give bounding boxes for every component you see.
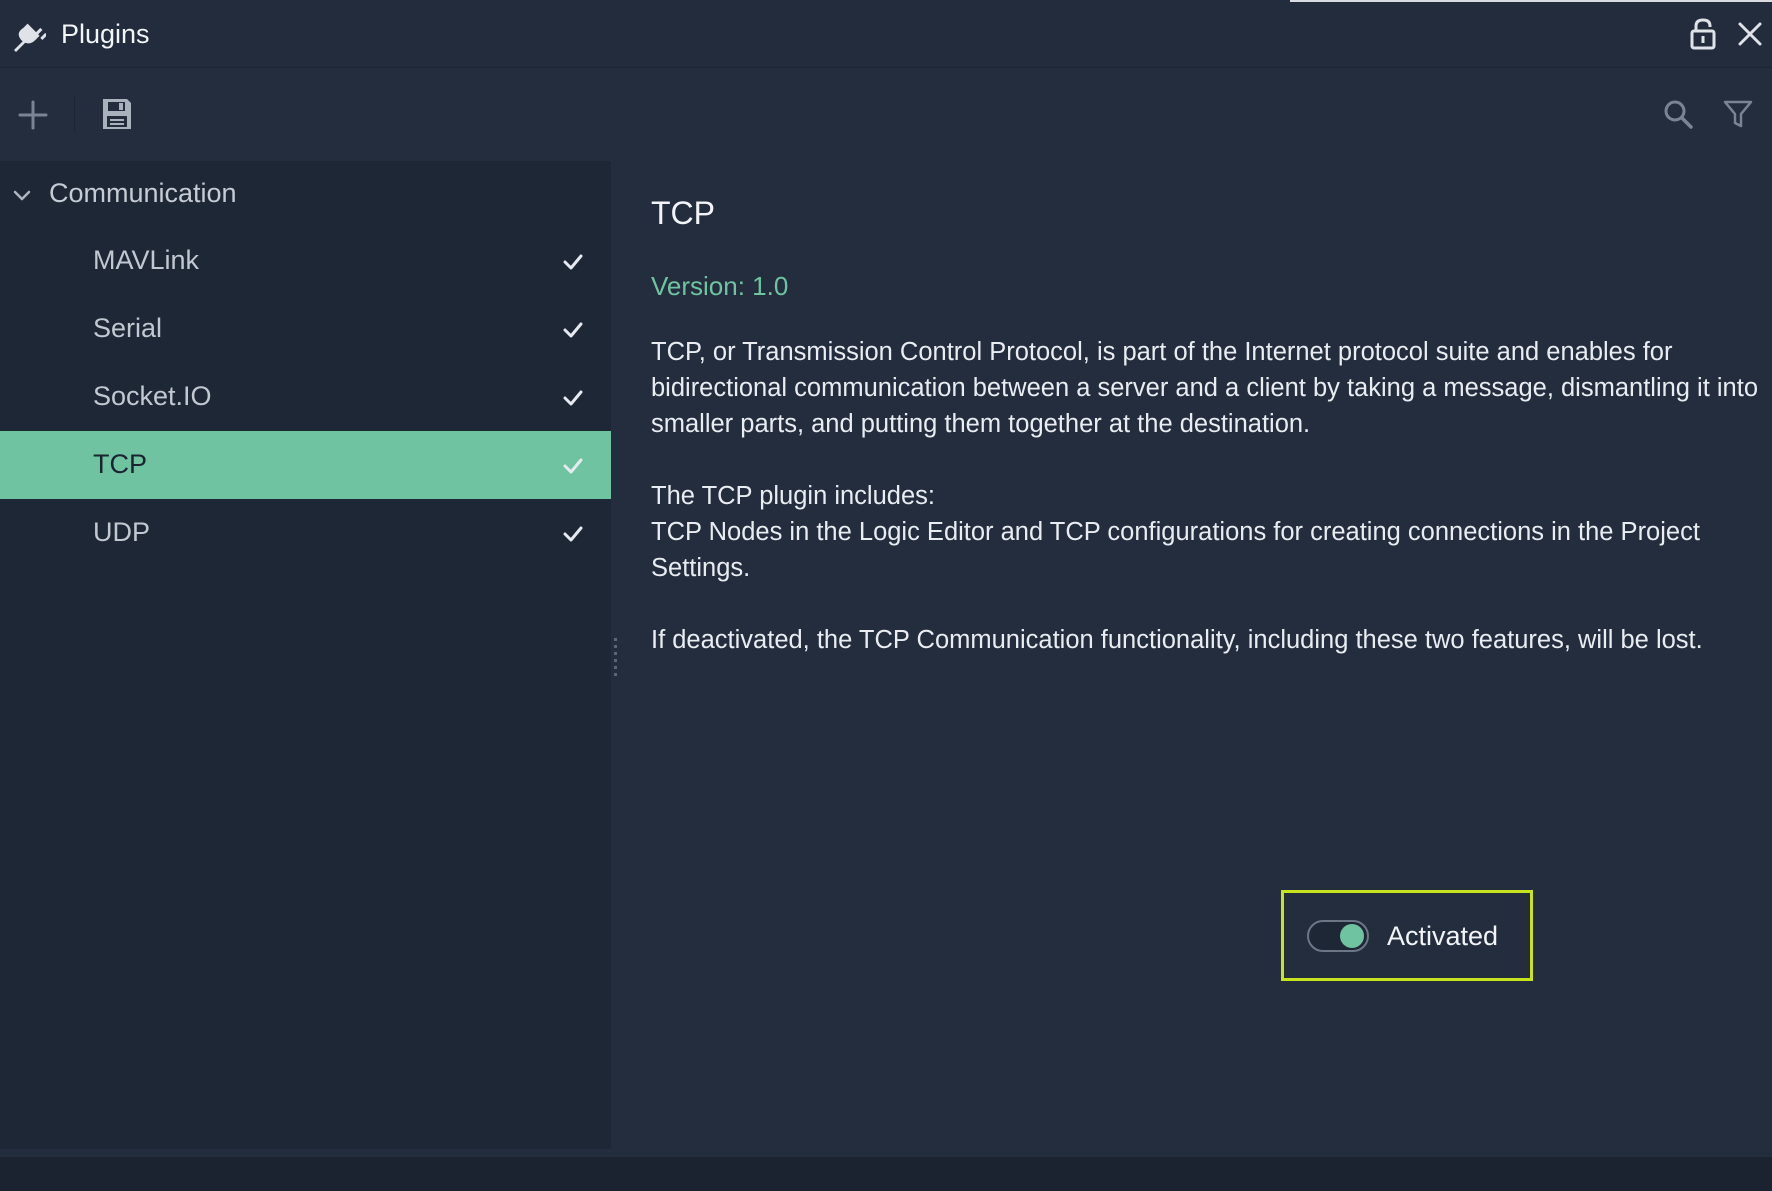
tree-item-mavlink[interactable]: MAVLink: [0, 227, 611, 295]
toolbar: [0, 68, 1772, 160]
plugin-title: TCP: [651, 195, 715, 231]
close-icon[interactable]: [1736, 20, 1764, 48]
panel-splitter-handle[interactable]: [612, 636, 620, 676]
plugin-tree: Communication MAVLink Serial Socket.IO T…: [0, 161, 611, 1149]
search-icon[interactable]: [1662, 98, 1694, 130]
checkmark-icon: [563, 526, 583, 542]
title-bar: Plugins: [0, 0, 1772, 68]
checkmark-icon: [563, 254, 583, 270]
tree-item-tcp[interactable]: TCP: [0, 431, 611, 499]
tree-item-label: Socket.IO: [93, 381, 212, 411]
tree-item-serial[interactable]: Serial: [0, 295, 611, 363]
status-bar: [0, 1157, 1772, 1191]
tree-items: MAVLink Serial Socket.IO TCP UDP: [0, 227, 611, 567]
chevron-down-icon[interactable]: [12, 185, 32, 205]
tree-item-label: Serial: [93, 313, 163, 343]
plugin-version: Version: 1.0: [651, 271, 789, 301]
filter-icon[interactable]: [1722, 98, 1754, 130]
window-title: Plugins: [61, 19, 150, 49]
plug-icon: [14, 23, 46, 52]
floppy-disk-icon[interactable]: [100, 96, 134, 132]
plugin-description: TCP, or Transmission Control Protocol, i…: [651, 334, 1761, 658]
tree-item-udp[interactable]: UDP: [0, 499, 611, 567]
tree-item-label: UDP: [93, 517, 151, 547]
checkmark-icon: [563, 322, 583, 338]
plugin-detail-panel: TCP Version: 1.0 TCP, or Transmission Co…: [651, 161, 1761, 1149]
tree-group-label: Communication: [49, 178, 237, 208]
tree-group-communication[interactable]: Communication: [0, 161, 611, 227]
checkmark-icon: [563, 390, 583, 406]
tree-item-label: TCP: [93, 449, 147, 479]
checkmark-icon: [563, 458, 583, 474]
description-paragraph: If deactivated, the TCP Communication fu…: [651, 626, 1703, 654]
plus-icon[interactable]: [16, 98, 50, 132]
toggle-knob: [1340, 924, 1364, 948]
toolbar-separator: [74, 96, 75, 132]
description-paragraph: TCP, or Transmission Control Protocol, i…: [651, 338, 1759, 438]
tree-item-label: MAVLink: [93, 245, 200, 275]
description-paragraph: The TCP plugin includes: TCP Nodes in th…: [651, 482, 1700, 582]
toggle-label: Activated: [1387, 921, 1499, 951]
lock-icon[interactable]: [1688, 18, 1718, 50]
activated-toggle[interactable]: [1307, 920, 1369, 952]
title-bar-accent-line: [1290, 0, 1772, 2]
tree-item-socketio[interactable]: Socket.IO: [0, 363, 611, 431]
activation-highlight-box: Activated: [1281, 890, 1533, 981]
